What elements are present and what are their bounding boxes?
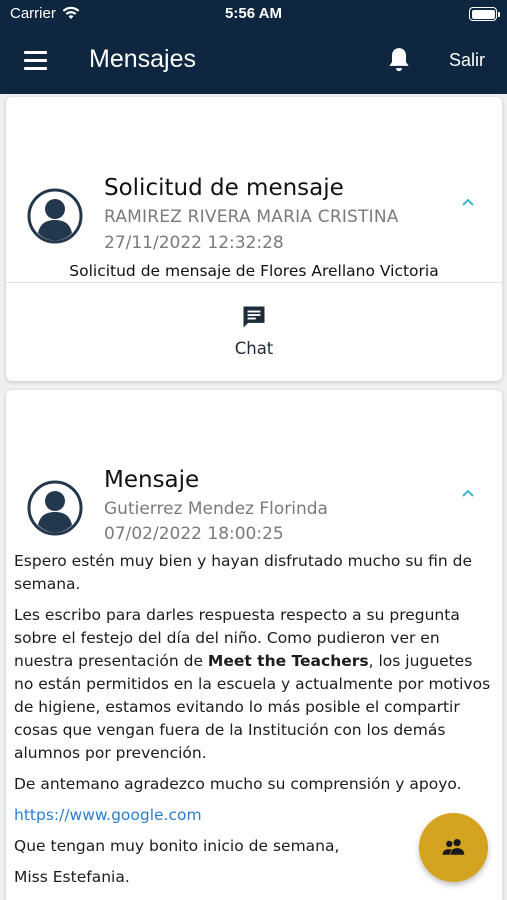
message-title: Solicitud de mensaje (104, 175, 344, 201)
status-time: 5:56 AM (225, 5, 282, 22)
bell-icon[interactable] (386, 46, 412, 74)
chat-button-label: Chat (234, 339, 274, 358)
message-paragraph: Espero estén muy bien y hayan disfrutado… (14, 552, 473, 593)
chevron-up-icon[interactable] (461, 486, 475, 500)
avatar-icon (27, 188, 83, 244)
battery-icon (469, 7, 500, 21)
bold-text: Meet the Teachers (207, 652, 369, 670)
message-signature: Miss Estefania. (14, 868, 130, 886)
message-title: Mensaje (104, 467, 200, 493)
contacts-fab-button[interactable] (419, 813, 488, 882)
avatar-icon (27, 480, 83, 536)
message-link[interactable]: https://www.google.com (14, 806, 202, 824)
message-paragraph: De antemano agradezco mucho su comprensi… (14, 775, 462, 793)
logout-button[interactable]: Salir (449, 50, 485, 71)
message-paragraph: Les escribo para darles respuesta respec… (14, 606, 491, 762)
status-bar: Carrier 5:56 AM (0, 0, 507, 28)
chevron-up-icon[interactable] (461, 195, 475, 209)
message-card[interactable]: Solicitud de mensaje RAMIREZ RIVERA MARI… (6, 97, 502, 381)
app-header: Carrier 5:56 AM Mensajes Salir (0, 0, 507, 94)
chat-icon (243, 306, 265, 328)
page-title: Mensajes (89, 45, 196, 73)
menu-icon[interactable] (24, 51, 47, 71)
divider (6, 282, 502, 283)
group-icon (442, 839, 465, 855)
chat-button[interactable]: Chat (204, 297, 304, 365)
message-sender: RAMIREZ RIVERA MARIA CRISTINA (104, 207, 399, 227)
nav-bar: Mensajes Salir (0, 28, 507, 94)
message-date: 07/02/2022 18:00:25 (104, 524, 284, 544)
message-sender: Gutierrez Mendez Florinda (104, 499, 328, 519)
message-description: Solicitud de mensaje de Flores Arellano … (69, 262, 439, 280)
message-date: 27/11/2022 12:32:28 (104, 233, 284, 253)
